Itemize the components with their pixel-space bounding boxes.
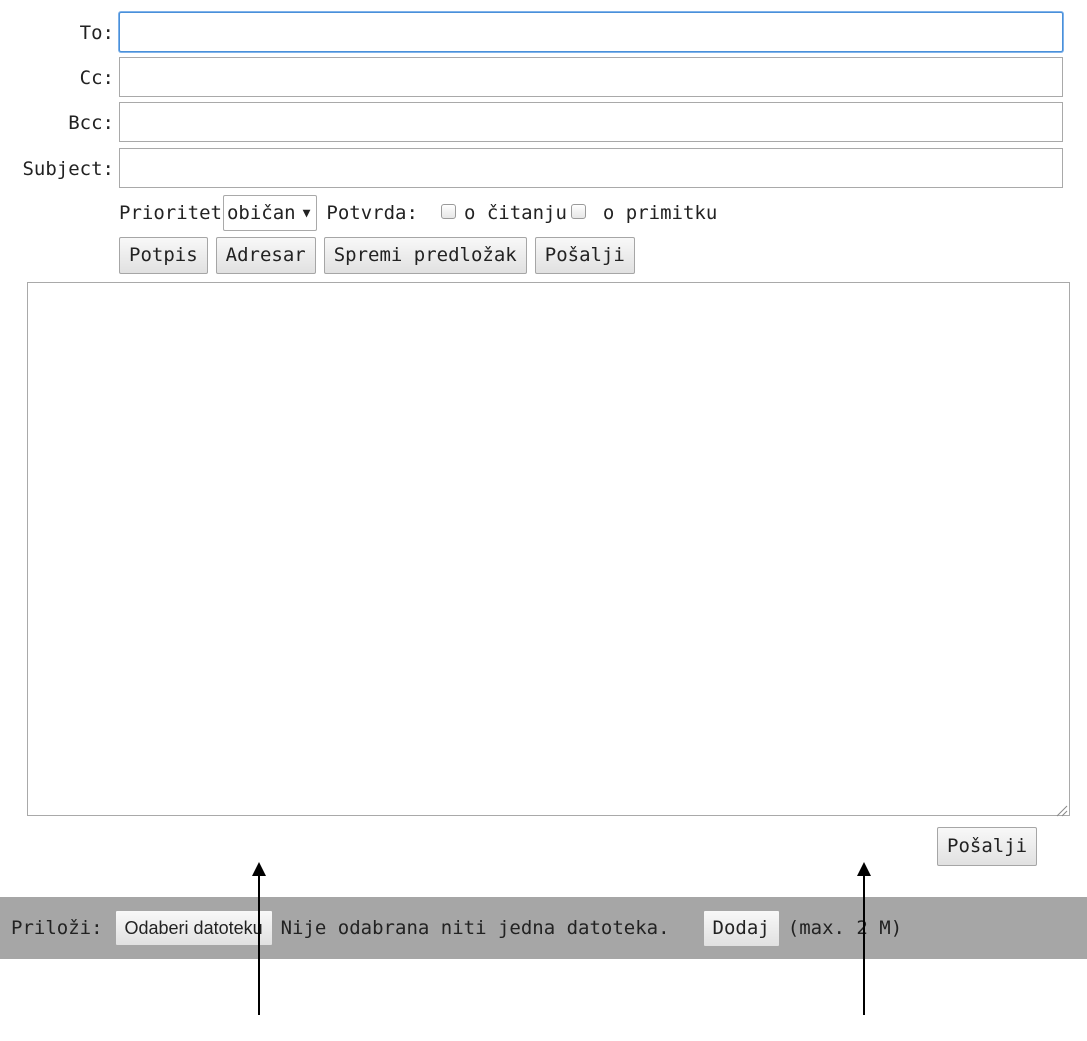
- cc-input[interactable]: [119, 57, 1063, 97]
- attachment-bar: Priloži: Odaberi datoteku Nije odabrana …: [0, 897, 1087, 959]
- subject-label: Subject:: [22, 158, 114, 180]
- file-status-text: Nije odabrana niti jedna datoteka.: [280, 917, 670, 939]
- resize-grip-icon[interactable]: [1054, 800, 1068, 817]
- cc-label: Cc:: [79, 67, 114, 89]
- compose-form: To: Cc: Bcc: Subject: Prioritet običan ▼…: [0, 0, 1087, 1041]
- subject-input[interactable]: [119, 148, 1063, 188]
- to-label: To:: [79, 22, 114, 44]
- save-template-button[interactable]: Spremi predložak: [323, 237, 527, 274]
- priority-select[interactable]: običan ▼: [222, 195, 318, 231]
- add-attachment-button[interactable]: Dodaj: [702, 909, 780, 947]
- read-receipt-checkbox[interactable]: [440, 203, 456, 219]
- signature-button[interactable]: Potpis: [119, 237, 208, 274]
- read-receipt-label: o čitanju: [463, 202, 567, 224]
- delivery-receipt-label: o primitku: [602, 202, 718, 224]
- dropdown-arrow-icon: ▼: [302, 205, 311, 221]
- delivery-receipt-checkbox[interactable]: [570, 203, 586, 219]
- send-button-bottom[interactable]: Pošalji: [937, 827, 1038, 866]
- toolbar: Potpis Adresar Spremi predložak Pošalji: [119, 237, 635, 275]
- priority-selected-value: običan: [226, 202, 296, 224]
- send-button-top[interactable]: Pošalji: [534, 237, 635, 274]
- bcc-input[interactable]: [119, 102, 1063, 142]
- message-body-textarea[interactable]: [27, 282, 1070, 816]
- to-input[interactable]: [119, 12, 1063, 52]
- max-size-text: (max. 2 M): [787, 917, 903, 939]
- attach-label: Priloži:: [11, 917, 103, 939]
- confirm-label: Potvrda:: [326, 202, 418, 224]
- arrow-up-icon: [252, 862, 266, 1015]
- address-book-button[interactable]: Adresar: [215, 237, 316, 274]
- choose-file-button[interactable]: Odaberi datoteku: [114, 910, 273, 946]
- bcc-label: Bcc:: [68, 112, 114, 134]
- arrow-up-icon: [857, 862, 871, 1015]
- options-row: Prioritet običan ▼ Potvrda: o čitanju o …: [119, 194, 717, 232]
- priority-label: Prioritet: [119, 202, 222, 224]
